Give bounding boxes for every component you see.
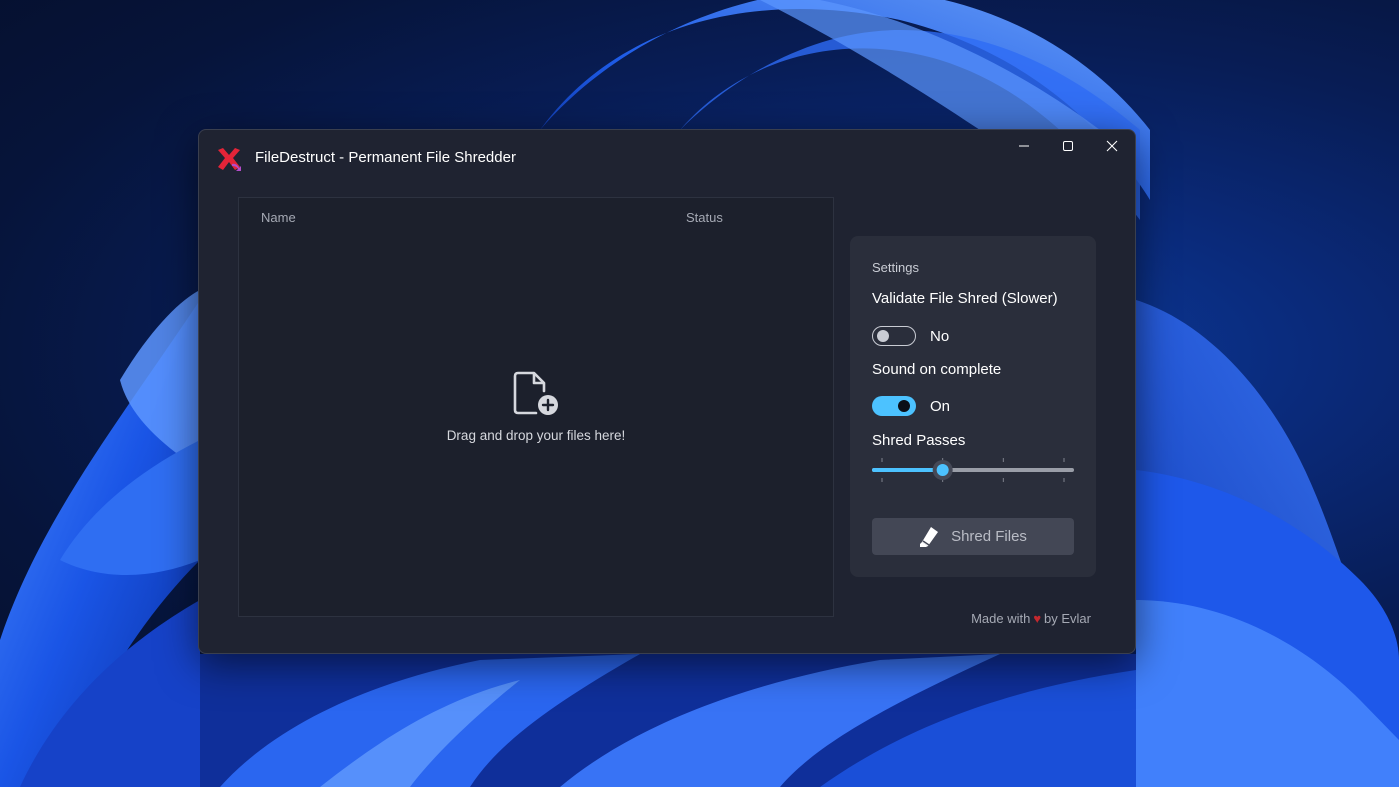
sound-toggle[interactable] [872, 396, 916, 416]
slider-thumb-center [936, 464, 949, 476]
passes-slider[interactable] [872, 458, 1074, 482]
file-add-icon [513, 371, 558, 415]
credit-text: Made with ♥ by Evlar [959, 611, 1091, 626]
settings-card: Settings Validate File Shred (Slower) No… [850, 236, 1096, 577]
validate-toggle[interactable] [872, 326, 916, 346]
passes-label: Shred Passes [872, 432, 966, 449]
minimize-button[interactable] [1002, 130, 1046, 162]
desktop: FileDestruct - Permanent File Shredder N… [0, 0, 1399, 787]
sound-label: Sound on complete [872, 361, 1002, 378]
toggle-knob [898, 400, 910, 412]
validate-label: Validate File Shred (Slower) [872, 290, 1058, 307]
eraser-icon [920, 526, 939, 547]
minimize-icon [1019, 145, 1029, 147]
file-drop-area[interactable]: Name Status Drag and drop your files her… [238, 197, 834, 617]
window-title: FileDestruct - Permanent File Shredder [255, 149, 516, 166]
shred-files-label: Shred Files [951, 528, 1027, 545]
drop-hint-text: Drag and drop your files here! [446, 428, 626, 443]
credit-author: by Evlar [1044, 611, 1091, 626]
title-bar[interactable]: FileDestruct - Permanent File Shredder [199, 130, 1135, 186]
credit-made-with: Made with [971, 611, 1031, 626]
validate-state: No [930, 328, 950, 345]
heart-icon: ♥ [1033, 611, 1042, 626]
app-window: FileDestruct - Permanent File Shredder N… [198, 129, 1136, 654]
sound-state: On [930, 398, 951, 415]
close-icon [1106, 140, 1118, 152]
shred-files-button[interactable]: Shred Files [872, 518, 1074, 555]
settings-title: Settings [872, 260, 919, 275]
x-mark-icon [218, 148, 241, 171]
close-button[interactable] [1090, 130, 1134, 162]
maximize-button[interactable] [1046, 130, 1090, 162]
toggle-knob [877, 330, 889, 342]
column-header-name[interactable]: Name [261, 210, 296, 225]
maximize-icon [1063, 141, 1073, 151]
column-header-status[interactable]: Status [686, 210, 723, 225]
slider-fill [872, 468, 943, 472]
